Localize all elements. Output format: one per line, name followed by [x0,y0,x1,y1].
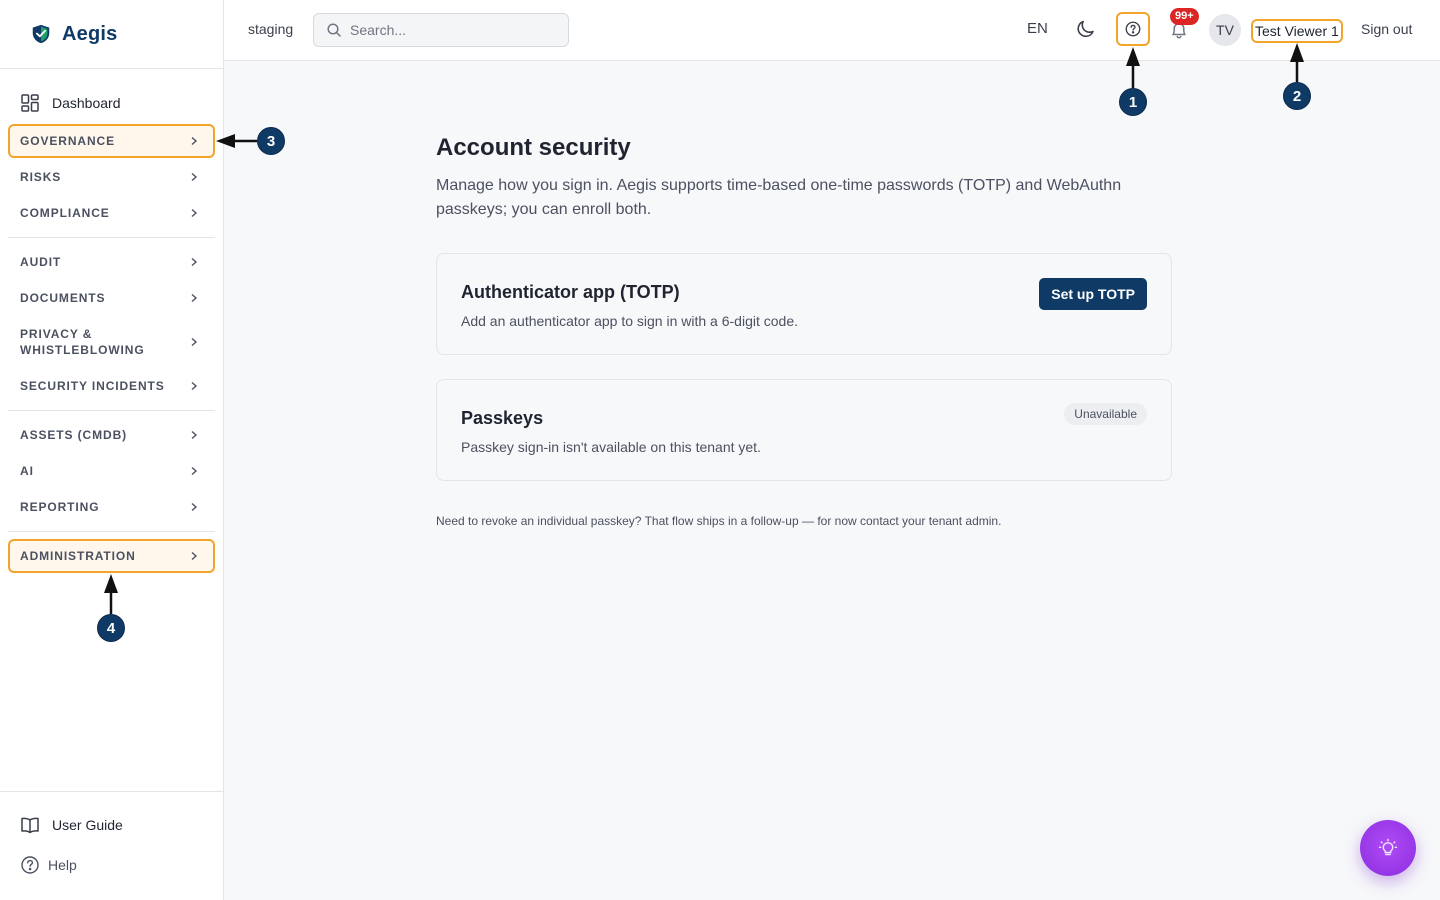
sidebar-item-label: DOCUMENTS [20,291,106,305]
sidebar-item-ai[interactable]: AI [8,455,215,487]
chevron-right-icon [191,466,198,476]
nav-divider [8,410,215,411]
sidebar-item-compliance[interactable]: COMPLIANCE [8,197,215,229]
sidebar-bottom-divider [0,791,223,792]
nav-divider [8,531,215,532]
help-circle-icon [1125,21,1141,37]
passkeys-title: Passkeys [461,408,544,428]
moon-icon[interactable] [1075,18,1097,40]
sidebar-item-label: ADMINISTRATION [20,549,136,563]
search-input[interactable] [350,22,550,38]
sidebar-item-label: GOVERNANCE [20,134,116,148]
user-guide-link[interactable]: User Guide [20,815,123,835]
search-box[interactable] [313,13,569,47]
sidebar-item-administration[interactable]: ADMINISTRATION [8,539,215,573]
totp-description: Add an authenticator app to sign in with… [461,313,798,329]
assistant-fab-button[interactable] [1360,820,1416,876]
status-badge: Unavailable [1064,403,1147,425]
brand-name: Aegis [62,22,118,45]
sidebar-item-label: Dashboard [52,95,121,111]
sidebar-item-security-incidents[interactable]: SECURITY INCIDENTS [8,370,215,402]
sidebar-item-risks[interactable]: RISKS [8,161,215,193]
dashboard-icon [21,94,39,112]
help-label: Help [48,857,77,873]
sidebar-item-label: ASSETS (CMDB) [20,428,128,442]
annotation-marker: 2 [1283,82,1311,110]
user-guide-label: User Guide [52,817,123,833]
help-link[interactable]: Help [20,855,77,875]
footnote: Need to revoke an individual passkey? Th… [436,514,1002,528]
avatar[interactable]: TV [1209,14,1241,46]
setup-totp-button[interactable]: Set up TOTP [1039,278,1147,310]
sidebar-item-label: REPORTING [20,500,100,514]
sidebar-item-label: SECURITY INCIDENTS [20,379,165,393]
book-icon [21,817,39,834]
chevron-right-icon [191,293,198,303]
sidebar-item-label: AI [20,464,34,478]
sidebar: Aegis Dashboard GOVERNANCE RISKS COMPLIA… [0,0,224,900]
annotation-marker: 1 [1119,88,1147,116]
help-button[interactable] [1116,12,1150,46]
passkeys-description: Passkey sign-in isn't available on this … [461,439,761,455]
shield-logo-icon [32,24,50,44]
main-content: Account security Manage how you sign in.… [436,130,1172,222]
sidebar-item-label: RISKS [20,170,62,184]
brand[interactable]: Aegis [0,0,223,69]
language-switcher[interactable]: EN [1027,20,1048,37]
totp-title: Authenticator app (TOTP) [461,282,680,302]
passkeys-card: Passkeys Passkey sign-in isn't available… [436,379,1172,481]
sidebar-item-privacy[interactable]: PRIVACY & WHISTLEBLOWING [8,320,215,364]
sidebar-item-assets[interactable]: ASSETS (CMDB) [8,419,215,451]
sidebar-item-label: PRIVACY & WHISTLEBLOWING [20,327,145,357]
page-description: Manage how you sign in. Aegis supports t… [436,177,1122,218]
chevron-right-icon [191,430,198,440]
sidebar-item-audit[interactable]: AUDIT [8,246,215,278]
chevron-right-icon [191,136,198,146]
top-header: staging EN 99+ TV Test Viewer 1 Sign out [224,0,1440,61]
search-icon [327,23,341,37]
chevron-right-icon [191,337,198,347]
chevron-right-icon [191,257,198,267]
environment-label: staging [248,21,294,37]
page-title: Account security [436,134,631,161]
chevron-right-icon [191,551,198,561]
chevron-right-icon [191,381,198,391]
sidebar-item-dashboard[interactable]: Dashboard [8,86,215,120]
lightbulb-icon [1378,838,1398,856]
sidebar-item-reporting[interactable]: REPORTING [8,491,215,523]
sidebar-item-governance[interactable]: GOVERNANCE [8,124,215,158]
sidebar-item-label: AUDIT [20,255,62,269]
chevron-right-icon [191,502,198,512]
chevron-right-icon [191,172,198,182]
sidebar-item-documents[interactable]: DOCUMENTS [8,282,215,314]
user-name[interactable]: Test Viewer 1 [1251,19,1343,43]
notification-badge: 99+ [1170,8,1199,25]
sign-out-link[interactable]: Sign out [1361,21,1412,37]
annotation-marker: 3 [257,127,285,155]
nav-divider [8,237,215,238]
sidebar-item-label: COMPLIANCE [20,206,110,220]
totp-card: Authenticator app (TOTP) Add an authenti… [436,253,1172,355]
help-circle-icon [21,856,39,874]
chevron-right-icon [191,208,198,218]
annotation-marker: 4 [97,614,125,642]
